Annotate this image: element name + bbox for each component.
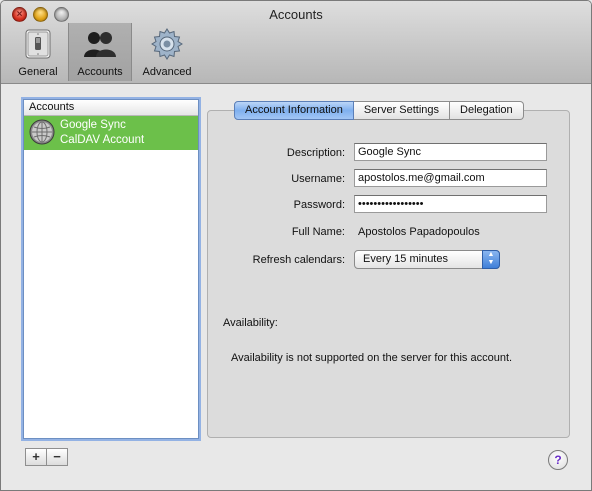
tab-server-settings[interactable]: Server Settings [353,101,451,120]
full-name-value: Apostolos Papadopoulos [358,226,480,238]
toolbar-general[interactable]: General [11,23,65,81]
account-type: CalDAV Account [60,134,145,146]
accounts-list-header: Accounts [24,100,198,116]
username-field[interactable]: apostolos.me@gmail.com [354,169,547,187]
account-name: Google Sync [60,119,126,131]
refresh-calendars-select[interactable]: Every 15 minutes ▲ ▼ [354,250,500,269]
light-switch-icon [25,29,51,59]
availability-message: Availability is not supported on the ser… [231,352,513,364]
password-field[interactable]: ••••••••••••••••• [354,195,547,213]
toolbar-advanced[interactable]: Advanced [135,23,199,81]
tab-delegation[interactable]: Delegation [450,101,524,120]
account-tabs: Account Information Server Settings Dele… [234,101,524,120]
people-icon [84,32,116,57]
gear-icon [151,28,183,60]
accounts-list[interactable]: Accounts Google Sync CalDAV Account [23,99,199,439]
refresh-calendars-value: Every 15 minutes [363,253,448,265]
username-label: Username: [291,173,345,185]
select-arrows-icon: ▲ ▼ [482,250,500,269]
preferences-window: × Accounts General Accounts Advanced Acc… [0,0,592,491]
toolbar-advanced-label: Advanced [142,66,192,78]
title-bar: × Accounts General Accounts Advanced [1,1,591,84]
globe-icon [29,119,55,145]
description-field[interactable]: Google Sync [354,143,547,161]
tab-account-information[interactable]: Account Information [234,101,354,120]
description-label: Description: [286,147,345,159]
add-account-button[interactable]: + [25,448,47,466]
password-label: Password: [293,199,345,211]
account-row[interactable]: Google Sync CalDAV Account [24,116,198,150]
availability-label: Availability: [223,317,278,329]
toolbar-general-label: General [18,66,58,78]
full-name-label: Full Name: [291,226,345,238]
help-button[interactable]: ? [548,450,568,470]
toolbar-accounts-label: Accounts [77,66,123,78]
toolbar-accounts[interactable]: Accounts [68,23,132,81]
window-title: Accounts [269,7,323,22]
remove-account-button[interactable]: − [46,448,68,466]
refresh-calendars-label: Refresh calendars: [252,254,345,266]
